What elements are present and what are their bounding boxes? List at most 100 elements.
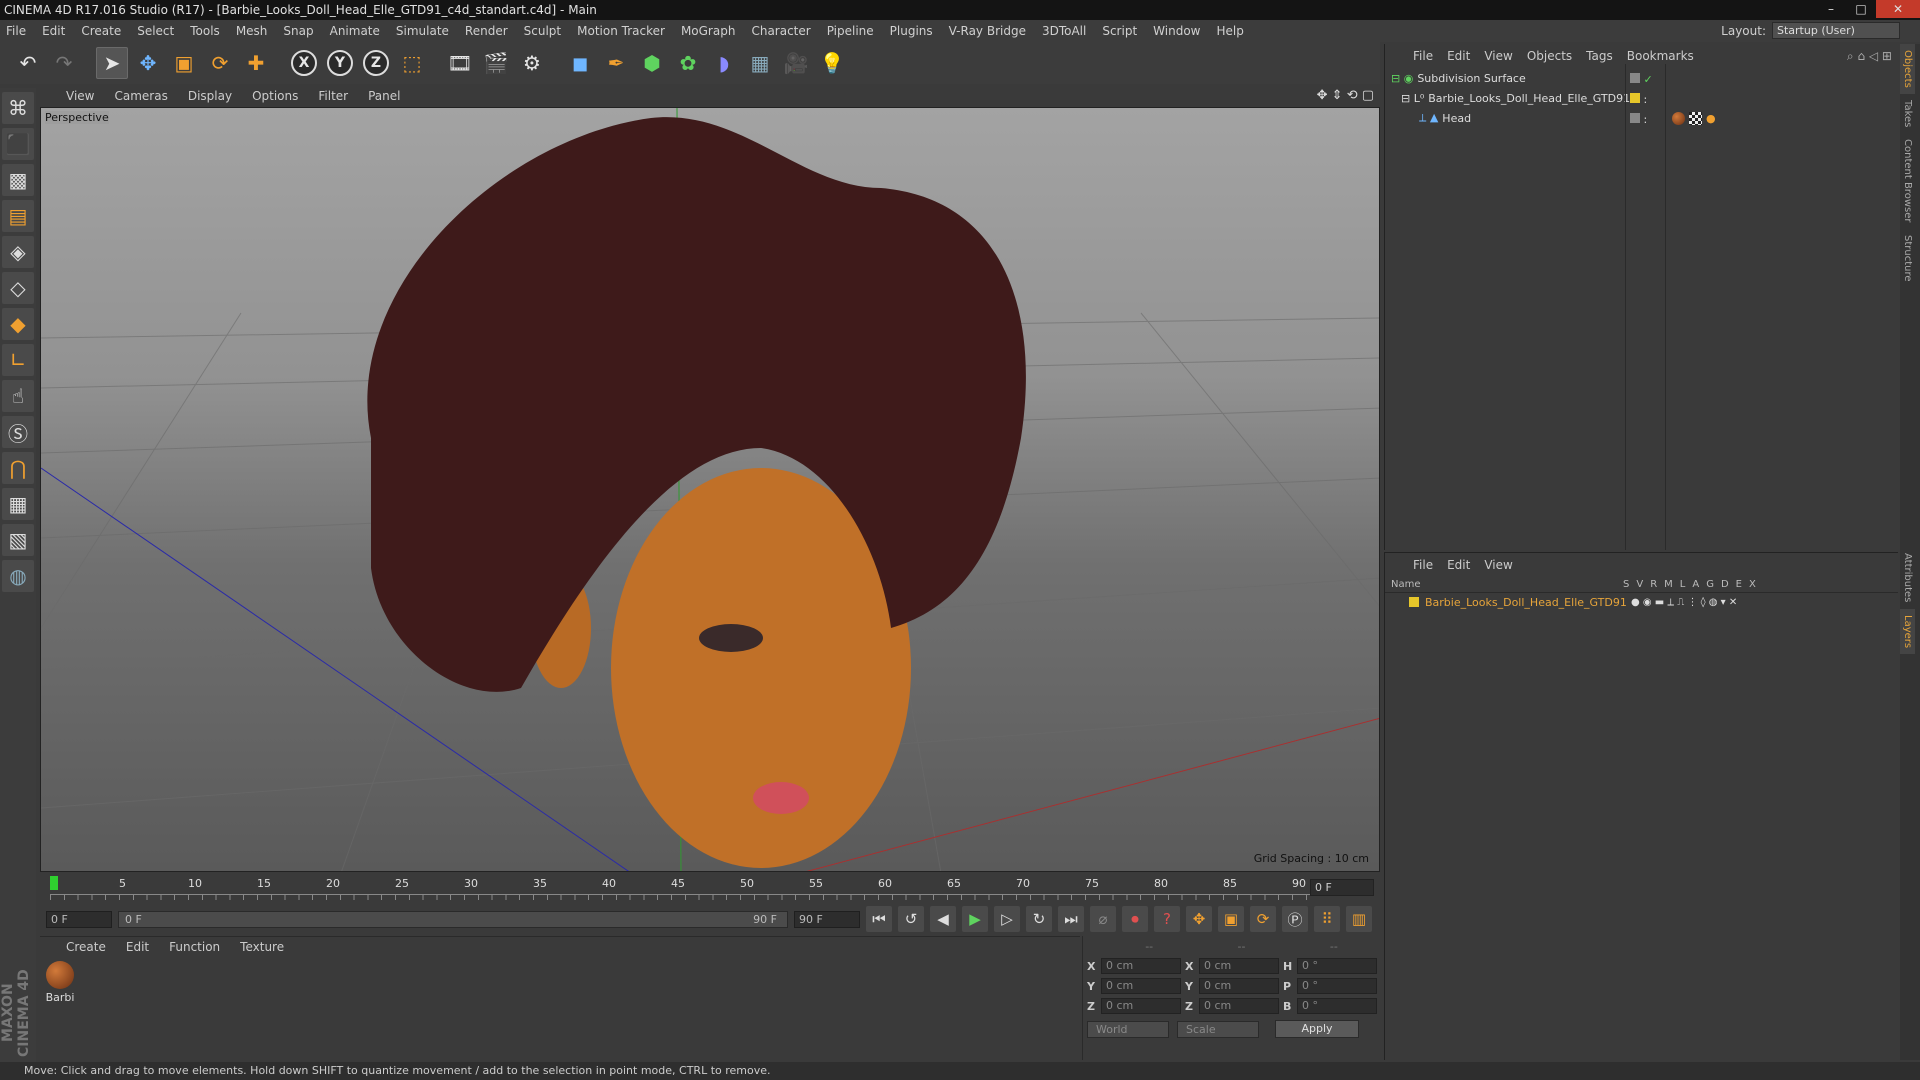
size-x-field[interactable]: 0 cm [1199,958,1279,974]
key-rotation-icon[interactable]: ⟳ [1250,906,1276,932]
subdivision-icon[interactable]: ⬢ [636,47,668,79]
cube-icon[interactable]: ◼ [564,47,596,79]
floor-icon[interactable]: ▦ [744,47,776,79]
viewport-nav-icons[interactable]: ✥ ⇕ ⟲ ▢ [1317,88,1374,103]
selection-tag-icon[interactable]: ● [1706,112,1716,125]
render-picture-viewer-icon[interactable]: 🎬 [480,47,512,79]
viewport-menu-options[interactable]: Options [252,89,298,103]
menu-create[interactable]: Create [81,24,121,38]
om-menu-file[interactable]: File [1413,49,1433,63]
edge-mode-icon[interactable]: ◇ [2,272,34,304]
viewport-menu-display[interactable]: Display [188,89,232,103]
go-to-end-icon[interactable]: ⏭ [1058,906,1084,932]
move-icon[interactable]: ✥ [132,47,164,79]
record-keys-icon[interactable]: ⌀ [1090,906,1116,932]
material-swatch[interactable]: Barbi [44,961,76,1004]
viewport-menu-cameras[interactable]: Cameras [114,89,167,103]
polygon-mode-icon[interactable]: ◆ [2,308,34,340]
viewport-menu-view[interactable]: View [66,89,94,103]
workplane-icon[interactable]: ▤ [2,200,34,232]
python-icon[interactable]: ◍ [2,560,34,592]
next-key-icon[interactable]: ↻ [1026,906,1052,932]
max-frame-field[interactable]: 90 F [794,910,860,928]
menu-mesh[interactable]: Mesh [236,24,268,38]
model-mode-icon[interactable]: ⬛ [2,128,34,160]
om-menu-edit[interactable]: Edit [1447,49,1470,63]
size-z-field[interactable]: 0 cm [1199,998,1279,1014]
redo-icon[interactable]: ↷ [48,47,80,79]
mograph-cloner-icon[interactable]: ✿ [672,47,704,79]
lm-menu-file[interactable]: File [1413,558,1433,572]
minimize-icon[interactable]: – [1816,0,1846,18]
key-parameter-icon[interactable]: Ⓟ [1282,906,1308,932]
3d-viewport[interactable]: Perspective Grid Spacing : 10 cm [40,107,1380,872]
object-row[interactable]: ⟂ ▲ Head : ● [1385,108,1898,128]
material-menu-edit[interactable]: Edit [126,940,149,954]
uvw-tag-icon[interactable] [1689,111,1702,125]
texture-mode-icon[interactable]: ▩ [2,164,34,196]
make-editable-icon[interactable]: ⌘ [2,92,34,124]
menu-mograph[interactable]: MoGraph [681,24,736,38]
render-view-icon[interactable]: 🎞 [444,47,476,79]
rotation-p-field[interactable]: 0 ° [1297,978,1377,994]
go-to-start-icon[interactable]: ⏮ [866,906,892,932]
key-scale-icon[interactable]: ▣ [1218,906,1244,932]
tab-content-browser[interactable]: Content Browser [1900,133,1915,228]
om-menu-objects[interactable]: Objects [1527,49,1572,63]
material-menu-function[interactable]: Function [169,940,220,954]
render-settings-icon[interactable]: ⚙ [516,47,548,79]
menu-render[interactable]: Render [465,24,508,38]
om-menu-view[interactable]: View [1484,49,1512,63]
menu-simulate[interactable]: Simulate [396,24,449,38]
object-row[interactable]: ⊟ ◉ Subdivision Surface ✓ [1385,68,1898,88]
menu-vray-bridge[interactable]: V-Ray Bridge [949,24,1026,38]
tab-structure[interactable]: Structure [1900,229,1915,288]
close-icon[interactable]: ✕ [1876,0,1920,18]
rotation-b-field[interactable]: 0 ° [1297,998,1377,1014]
coordinate-mode-dropdown[interactable]: World [1087,1020,1169,1038]
x-axis-lock-icon[interactable]: X [288,47,320,79]
rotation-h-field[interactable]: 0 ° [1297,958,1377,974]
scale-icon[interactable]: ▣ [168,47,200,79]
viewport-menu-panel[interactable]: Panel [368,89,400,103]
menu-select[interactable]: Select [137,24,174,38]
timeline-ruler[interactable]: 0 5 10 15 20 25 30 35 40 45 50 55 60 65 … [40,874,1380,902]
material-tag-icon[interactable] [1672,111,1685,125]
playhead[interactable] [50,876,58,890]
menu-edit[interactable]: Edit [42,24,65,38]
min-frame-field[interactable]: 0 F [46,910,112,928]
play-icon[interactable]: ▶ [962,906,988,932]
tab-objects[interactable]: Objects [1900,44,1915,94]
size-y-field[interactable]: 0 cm [1199,978,1279,994]
apply-button[interactable]: Apply [1275,1020,1359,1038]
menu-snap[interactable]: Snap [283,24,313,38]
menu-motion-tracker[interactable]: Motion Tracker [577,24,665,38]
autokey-icon[interactable]: ⏺ [1122,906,1148,932]
current-frame-field[interactable]: 0 F [1310,879,1374,896]
size-mode-dropdown[interactable]: Scale [1177,1020,1259,1038]
menu-tools[interactable]: Tools [190,24,220,38]
position-x-field[interactable]: 0 cm [1101,958,1181,974]
object-row[interactable]: ⊟ L⁰ Barbie_Looks_Doll_Head_Elle_GTD91 : [1385,88,1898,108]
om-search-icon[interactable]: ⌕ ⌂ ◁ ⊞ [1847,49,1892,64]
menu-plugins[interactable]: Plugins [890,24,933,38]
material-menu-create[interactable]: Create [66,940,106,954]
planar-workplane-icon[interactable]: ▧ [2,524,34,556]
y-axis-lock-icon[interactable]: Y [324,47,356,79]
preview-range-slider[interactable]: 0 F 90 F [118,910,788,928]
menu-character[interactable]: Character [751,24,810,38]
tab-takes[interactable]: Takes [1900,94,1915,133]
viewport-menu-filter[interactable]: Filter [318,89,348,103]
layer-color-swatch[interactable] [1409,597,1419,607]
layer-toggle-icons[interactable]: ● ◉ ▬ ⟂ ⎍ ⋮ ◊ ◍ ▾ ✕ [1631,597,1737,608]
tab-layers[interactable]: Layers [1900,608,1915,654]
undo-icon[interactable]: ↶ [12,47,44,79]
key-pla-icon[interactable]: ⠿ [1314,906,1340,932]
magnet-icon[interactable]: ⋂ [2,452,34,484]
timeline-window-icon[interactable]: ▥ [1346,906,1372,932]
menu-help[interactable]: Help [1216,24,1243,38]
menu-animate[interactable]: Animate [330,24,380,38]
keyframe-selection-icon[interactable]: ? [1154,906,1180,932]
position-z-field[interactable]: 0 cm [1101,998,1181,1014]
om-menu-bookmarks[interactable]: Bookmarks [1627,49,1694,63]
